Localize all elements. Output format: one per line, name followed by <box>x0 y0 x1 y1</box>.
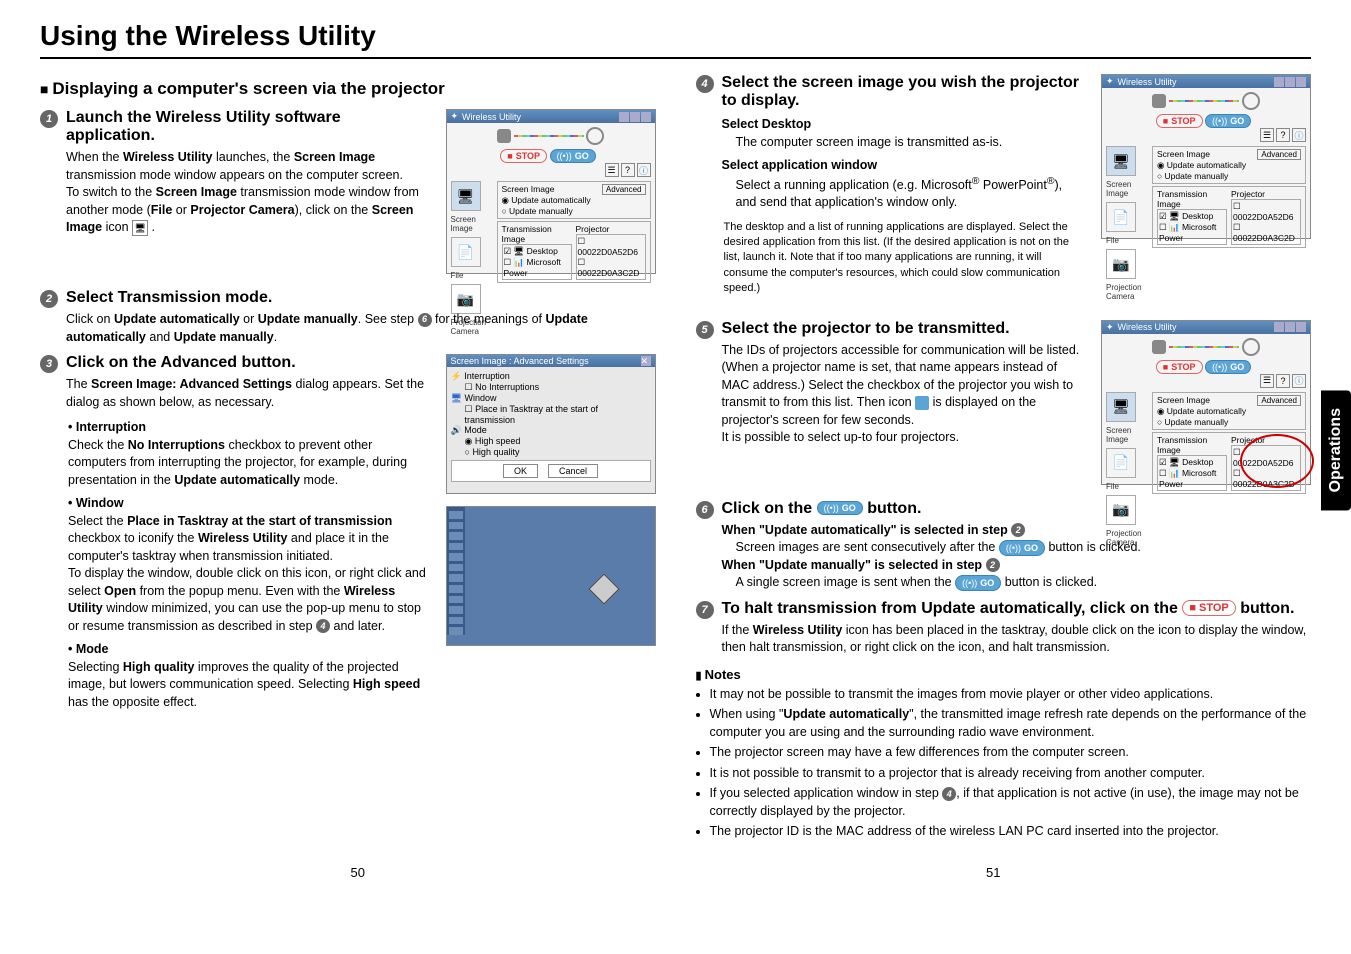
bullet-mode: Mode <box>68 641 431 659</box>
step-icon-2: 2 <box>40 290 58 308</box>
bullet-window: Window <box>68 495 431 513</box>
wireless-utility-window-figure: ✦Wireless Utility STOP GO ☰?ⓘ 🖥 <box>446 109 656 274</box>
help-icon: ? <box>621 163 635 177</box>
advanced-settings-dialog-figure: Screen Image : Advanced Settings✕ ⚡ Inte… <box>446 354 656 494</box>
step-1: 1 Launch the Wireless Utility software a… <box>40 109 431 237</box>
side-tab-operations: Operations <box>1321 390 1351 510</box>
fig-window-title: Wireless Utility <box>462 112 521 122</box>
stop-button-inline: STOP <box>1182 600 1235 616</box>
step-1-body: When the Wireless Utility launches, the … <box>66 149 431 237</box>
select-desktop-heading: Select Desktop <box>722 116 1087 134</box>
fig-ok-button: OK <box>503 464 538 478</box>
step-4-title: Select the screen image you wish the pro… <box>722 74 1087 110</box>
step-1-title: Launch the Wireless Utility software app… <box>66 109 431 145</box>
screen-image-icon: 🖥 <box>132 220 148 236</box>
select-app-heading: Select application window <box>722 157 1087 175</box>
step-ref-4b: 4 <box>942 787 956 801</box>
step-2-title: Select Transmission mode. <box>66 289 656 307</box>
note-item: It may not be possible to transmit the i… <box>710 686 1312 704</box>
note-item: The projector screen may have a few diff… <box>710 744 1312 762</box>
step-5-body: The IDs of projectors accessible for com… <box>722 342 1087 447</box>
page-number-left: 50 <box>40 865 676 880</box>
note-item: When using "Update automatically", the t… <box>710 706 1312 741</box>
left-page: Displaying a computer's screen via the p… <box>40 74 656 845</box>
step-icon-7: 7 <box>696 601 714 619</box>
step-7-title: To halt transmission from Update automat… <box>722 600 1312 618</box>
section-heading: Displaying a computer's screen via the p… <box>40 79 656 99</box>
wireless-utility-tray-icon <box>588 573 619 604</box>
page-numbers: 50 51 <box>40 865 1311 880</box>
step-7: 7 To halt transmission from Update autom… <box>696 600 1312 657</box>
projector-ready-icon <box>915 396 929 410</box>
notes-list: It may not be possible to transmit the i… <box>696 686 1312 841</box>
step-icon-4: 4 <box>696 75 714 93</box>
step-4-small-text: The desktop and a list of running applic… <box>696 220 1087 297</box>
step-5: 5 Select the projector to be transmitted… <box>696 320 1087 447</box>
bullet-interruption: Interruption <box>68 419 431 437</box>
notes-heading: Notes <box>696 667 1312 682</box>
step-icon-1: 1 <box>40 110 58 128</box>
desktop-tasktray-figure <box>446 506 656 646</box>
go-button-inline: GO <box>817 501 863 515</box>
note-item: It is not possible to transmit to a proj… <box>710 765 1312 783</box>
step-ref-4a: 4 <box>316 619 330 633</box>
info-icon: ⓘ <box>637 163 651 177</box>
step-ref-6: 6 <box>418 313 432 327</box>
fig-advanced-button: Advanced <box>602 184 646 195</box>
step-3-body: The Screen Image: Advanced Settings dial… <box>66 376 431 411</box>
note-item: The projector ID is the MAC address of t… <box>710 823 1312 841</box>
fig-stop-button: STOP <box>500 149 547 163</box>
step-icon-6: 6 <box>696 501 714 519</box>
fig-tab-screen-image: 🖥 <box>451 181 481 211</box>
step-5-title: Select the projector to be transmitted. <box>722 320 1087 338</box>
fig-tab-file: 📄 <box>451 237 481 267</box>
right-page: 4 Select the screen image you wish the p… <box>696 74 1312 845</box>
note-item: If you selected application window in st… <box>710 785 1312 820</box>
page-number-right: 51 <box>676 865 1312 880</box>
fig-go-button: GO <box>550 149 596 163</box>
step-3-title: Click on the Advanced button. <box>66 354 431 372</box>
step-4: 4 Select the screen image you wish the p… <box>696 74 1087 212</box>
step-7-body: If the Wireless Utility icon has been pl… <box>722 622 1312 657</box>
step-2: 2 Select Transmission mode. Click on Upd… <box>40 289 656 346</box>
step-3: 3 Click on the Advanced button. The Scre… <box>40 354 431 411</box>
step-icon-3: 3 <box>40 355 58 373</box>
two-page-spread: Displaying a computer's screen via the p… <box>40 74 1311 845</box>
wireless-utility-window-figure-2: ✦Wireless Utility STOP GO ☰?ⓘ 🖥 <box>1101 74 1311 239</box>
fig-cancel-button: Cancel <box>548 464 598 478</box>
page-title: Using the Wireless Utility <box>40 20 1311 59</box>
step-icon-5: 5 <box>696 321 714 339</box>
step-2-body: Click on Update automatically or Update … <box>66 311 656 346</box>
wireless-utility-window-figure-3-circled: ✦Wireless Utility STOP GO ☰?ⓘ 🖥 <box>1101 320 1311 485</box>
